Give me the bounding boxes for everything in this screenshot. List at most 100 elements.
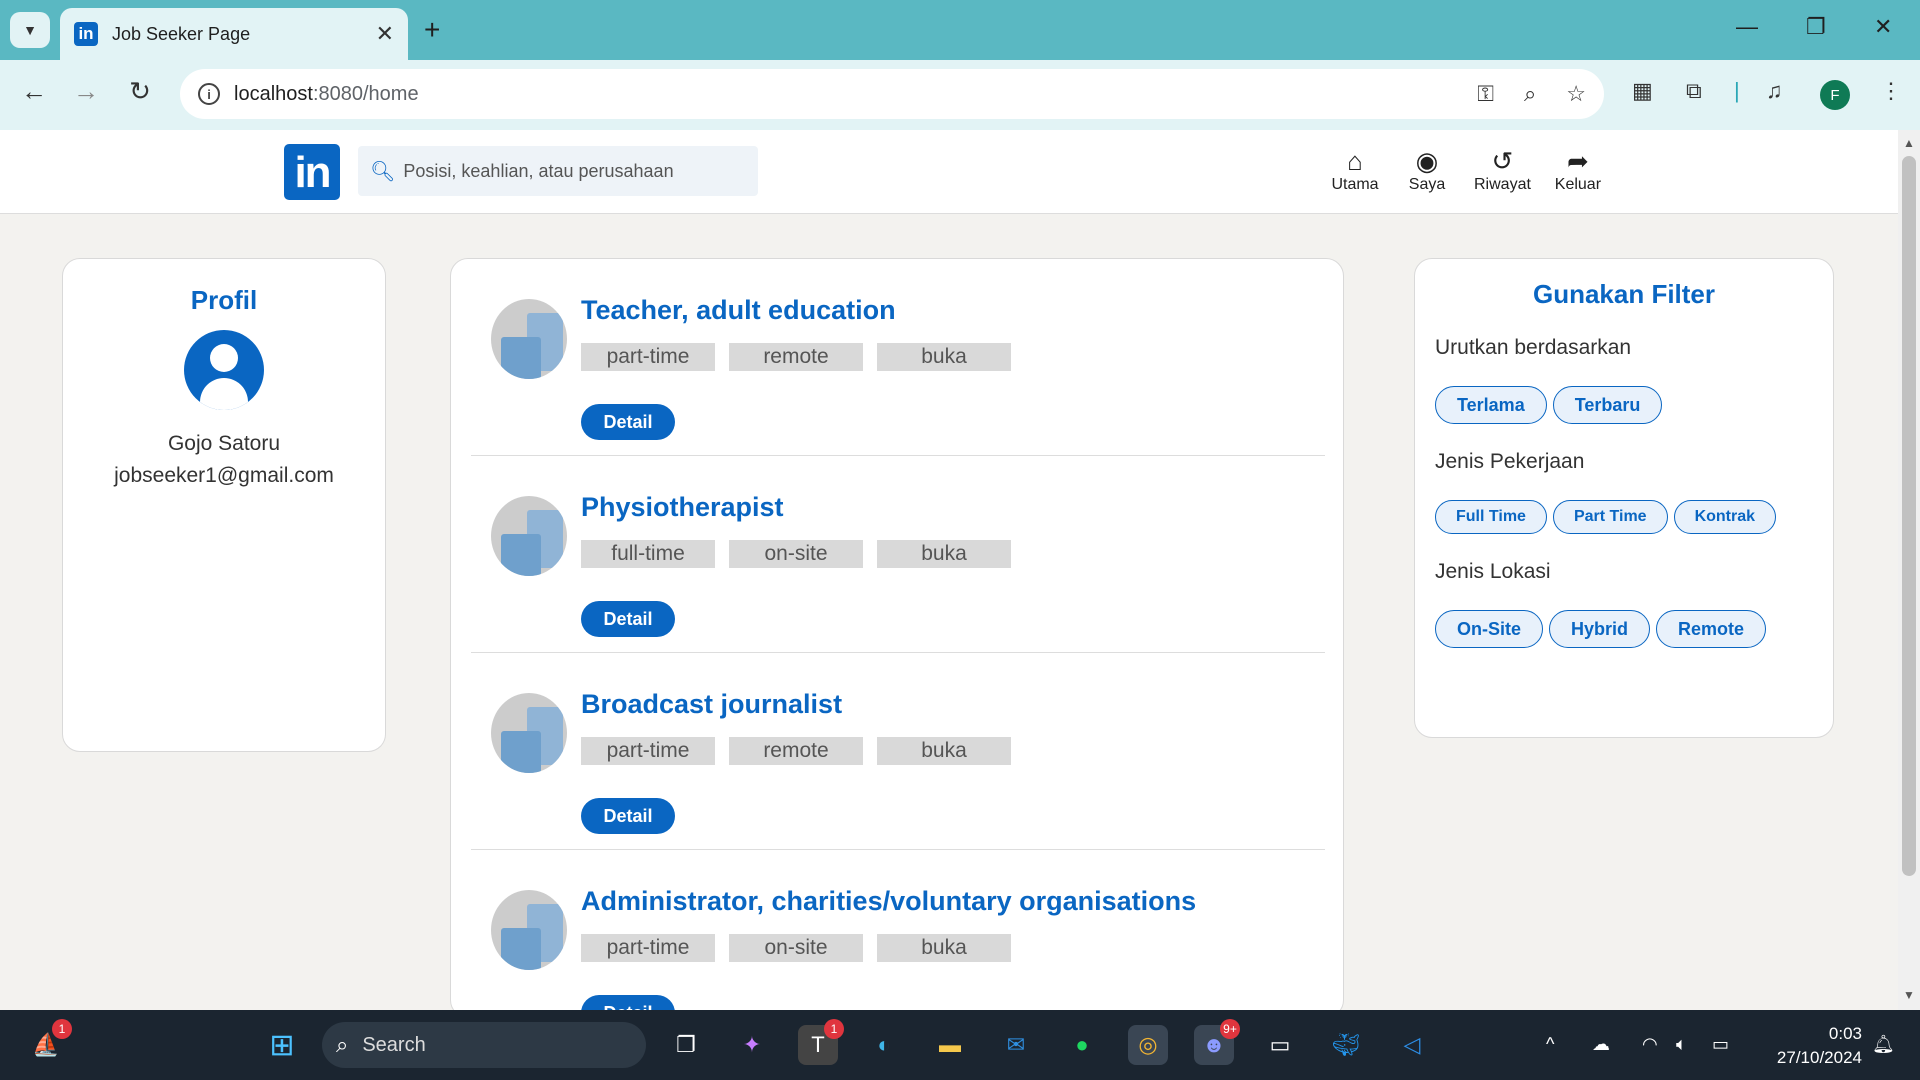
filter-full-time-button[interactable]: Full Time: [1435, 500, 1547, 534]
filter-card: Gunakan Filter Urutkan berdasarkan Terla…: [1414, 258, 1834, 738]
sort-label: Urutkan berdasarkan: [1435, 336, 1632, 359]
task-view-icon[interactable]: ❐: [666, 1025, 706, 1065]
zoom-icon[interactable]: ⌕: [1524, 81, 1536, 107]
app-header: in 🔍︎ ⌂ Utama ◉ Saya ↺ Riwayat ➦ Keluar: [0, 130, 1898, 214]
filter-hybrid-button[interactable]: Hybrid: [1549, 610, 1651, 648]
spotify-icon[interactable]: ●: [1062, 1025, 1102, 1065]
scrollbar-thumb[interactable]: [1902, 156, 1916, 876]
linkedin-logo[interactable]: in: [284, 144, 340, 200]
job-status-tag: buka: [877, 737, 1011, 765]
search-icon: 🔍︎: [370, 160, 396, 183]
job-title[interactable]: Teacher, adult education: [581, 295, 896, 326]
nav-logout[interactable]: ➦ Keluar: [1553, 146, 1603, 194]
taskbar-search-label: Search: [362, 1033, 426, 1056]
vscode-icon[interactable]: ◁: [1392, 1025, 1432, 1065]
filter-part-time-button[interactable]: Part Time: [1552, 500, 1668, 534]
linkedin-favicon-icon: in: [74, 22, 98, 46]
back-button[interactable]: ←: [16, 76, 52, 107]
file-explorer-icon[interactable]: ▬: [930, 1025, 970, 1065]
browser-tab[interactable]: in Job Seeker Page ✕: [60, 8, 408, 60]
onedrive-icon[interactable]: ☁: [1592, 1034, 1610, 1055]
extensions-icon[interactable]: ⧉: [1686, 78, 1702, 104]
nav-history[interactable]: ↺ Riwayat: [1474, 146, 1531, 194]
tray-chevron-up-icon[interactable]: ^: [1546, 1034, 1554, 1055]
browser-profile-avatar[interactable]: F: [1820, 80, 1850, 110]
job-location-tag: remote: [729, 737, 863, 765]
profile-name: Gojo Satoru: [167, 432, 281, 455]
job-item: Teacher, adult education part-time remot…: [471, 259, 1325, 456]
filter-on-site-button[interactable]: On-Site: [1435, 610, 1544, 648]
volume-icon[interactable]: 🔈︎: [1676, 1034, 1687, 1055]
detail-button[interactable]: Detail: [581, 404, 675, 440]
page-scrollbar[interactable]: ▲ ▼: [1898, 130, 1920, 1010]
detail-button[interactable]: Detail: [581, 601, 675, 637]
forward-button[interactable]: →: [68, 76, 104, 107]
job-list: Teacher, adult education part-time remot…: [450, 258, 1344, 1018]
tab-title: Job Seeker Page: [112, 23, 251, 44]
edge-icon[interactable]: ◐: [864, 1025, 904, 1065]
job-type-tag: full-time: [581, 540, 715, 568]
company-logo-icon: [491, 496, 567, 576]
logout-icon: ➦: [1567, 146, 1589, 176]
detail-button[interactable]: Detail: [581, 798, 675, 834]
job-title[interactable]: Physiotherapist: [581, 492, 784, 523]
job-title[interactable]: Broadcast journalist: [581, 689, 842, 720]
job-item: Physiotherapist full-time on-site buka D…: [471, 456, 1325, 653]
wifi-icon[interactable]: ◠: [1642, 1034, 1658, 1055]
job-location-tag: on-site: [729, 540, 863, 568]
job-search-input[interactable]: [403, 160, 744, 182]
terminal-icon[interactable]: ▭: [1260, 1025, 1300, 1065]
start-button-windows-icon[interactable]: ⊞: [262, 1025, 302, 1065]
job-type-label: Jenis Pekerjaan: [1435, 450, 1585, 473]
job-item: Broadcast journalist part-time remote bu…: [471, 653, 1325, 850]
sort-oldest-button[interactable]: Terlama: [1435, 386, 1547, 424]
close-tab-icon[interactable]: ✕: [376, 21, 394, 47]
copilot-icon[interactable]: ✦: [732, 1025, 772, 1065]
teams-icon[interactable]: T1: [798, 1019, 844, 1065]
bookmark-star-icon[interactable]: ☆: [1566, 81, 1586, 107]
notification-bell-icon[interactable]: 🔔︎: [1872, 1034, 1895, 1055]
outlook-icon[interactable]: ✉: [996, 1025, 1036, 1065]
job-location-tag: remote: [729, 343, 863, 371]
job-status-tag: buka: [877, 540, 1011, 568]
minimize-button[interactable]: —: [1736, 14, 1758, 40]
filter-contract-button[interactable]: Kontrak: [1673, 500, 1777, 534]
location-type-label: Jenis Lokasi: [1435, 560, 1551, 583]
system-clock[interactable]: 0:03 27/10/2024: [1758, 1022, 1862, 1070]
job-status-tag: buka: [877, 934, 1011, 962]
key-icon[interactable]: ⚿: [1477, 81, 1494, 107]
tab-search-button[interactable]: ▼: [10, 12, 50, 48]
close-window-button[interactable]: ✕: [1874, 14, 1892, 40]
nav-home[interactable]: ⌂ Utama: [1330, 146, 1380, 194]
job-type-options: Full Time Part Time Kontrak: [1435, 500, 1813, 534]
media-control-icon[interactable]: ♫: [1766, 78, 1783, 104]
discord-icon[interactable]: ☻ 9+: [1194, 1019, 1240, 1065]
sort-newest-button[interactable]: Terbaru: [1552, 386, 1663, 424]
home-icon: ⌂: [1347, 146, 1363, 176]
site-info-icon[interactable]: i: [198, 83, 220, 105]
nav-label: Keluar: [1554, 176, 1602, 193]
nav-me[interactable]: ◉ Saya: [1402, 146, 1452, 194]
battery-icon[interactable]: ▭: [1712, 1034, 1729, 1055]
widgets-icon[interactable]: ⛵ 1: [26, 1019, 72, 1065]
taskbar-search[interactable]: ⌕ Search: [322, 1022, 646, 1068]
grid-icon[interactable]: ▦: [1632, 78, 1653, 104]
url-host: localhost: [234, 82, 313, 105]
location-type-options: On-Site Hybrid Remote: [1435, 610, 1813, 648]
browser-menu-icon[interactable]: ⋮: [1880, 78, 1902, 104]
job-title[interactable]: Administrator, charities/voluntary organ…: [581, 886, 1196, 917]
job-type-tag: part-time: [581, 343, 715, 371]
widgets-badge: 1: [52, 1019, 72, 1039]
chrome-icon[interactable]: ◎: [1128, 1025, 1168, 1065]
filter-remote-button[interactable]: Remote: [1656, 610, 1767, 648]
scroll-up-arrow-icon[interactable]: ▲: [1903, 136, 1915, 150]
job-search-box[interactable]: 🔍︎: [358, 146, 758, 196]
reload-button[interactable]: ↻: [122, 76, 158, 107]
scroll-down-arrow-icon[interactable]: ▼: [1903, 988, 1915, 1002]
restore-button[interactable]: ❐: [1806, 14, 1826, 40]
profile-card: Profil Gojo Satoru jobseeker1@gmail.com: [62, 258, 386, 752]
address-bar[interactable]: i localhost:8080/home ⚿ ⌕ ☆: [180, 69, 1604, 119]
filter-title: Gunakan Filter: [1532, 279, 1716, 309]
new-tab-button[interactable]: +: [424, 14, 440, 46]
docker-icon[interactable]: 🐳︎: [1326, 1025, 1366, 1065]
